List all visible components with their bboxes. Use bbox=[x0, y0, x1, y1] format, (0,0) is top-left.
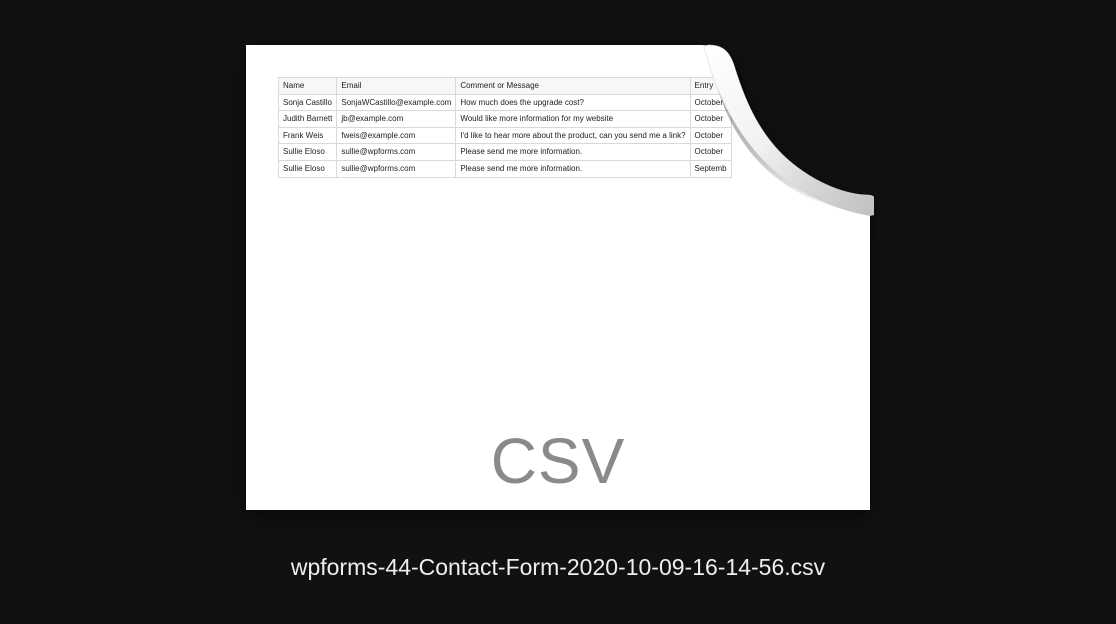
cell-message: How much does the upgrade cost? bbox=[456, 94, 690, 111]
col-name: Name bbox=[279, 78, 337, 95]
cell-message: Please send me more information. bbox=[456, 144, 690, 161]
cell-name: Sullie Eloso bbox=[279, 160, 337, 177]
cell-email: fweis@example.com bbox=[337, 127, 456, 144]
file-type-label: CSV bbox=[246, 424, 870, 498]
cell-entry: Septemb bbox=[690, 160, 731, 177]
preview-stage: Name Email Comment or Message Entry Sonj… bbox=[0, 0, 1116, 624]
cell-email: sullie@wpforms.com bbox=[337, 160, 456, 177]
cell-message: Please send me more information. bbox=[456, 160, 690, 177]
table-row: Sullie Eloso sullie@wpforms.com Please s… bbox=[279, 144, 732, 161]
cell-entry: October bbox=[690, 94, 731, 111]
cell-message: I'd like to hear more about the product,… bbox=[456, 127, 690, 144]
cell-name: Judith Barnett bbox=[279, 111, 337, 128]
cell-entry: October bbox=[690, 127, 731, 144]
col-message: Comment or Message bbox=[456, 78, 690, 95]
filename-label: wpforms-44-Contact-Form-2020-10-09-16-14… bbox=[0, 554, 1116, 581]
table-row: Sonja Castillo SonjaWCastillo@example.co… bbox=[279, 94, 732, 111]
cell-email: jb@example.com bbox=[337, 111, 456, 128]
cell-name: Sonja Castillo bbox=[279, 94, 337, 111]
table-row: Judith Barnett jb@example.com Would like… bbox=[279, 111, 732, 128]
cell-message: Would like more information for my websi… bbox=[456, 111, 690, 128]
table-row: Sullie Eloso sullie@wpforms.com Please s… bbox=[279, 160, 732, 177]
cell-entry: October bbox=[690, 111, 731, 128]
cell-entry: October bbox=[690, 144, 731, 161]
cell-email: sullie@wpforms.com bbox=[337, 144, 456, 161]
document-page: Name Email Comment or Message Entry Sonj… bbox=[246, 45, 870, 510]
table-header-row: Name Email Comment or Message Entry bbox=[279, 78, 732, 95]
csv-table: Name Email Comment or Message Entry Sonj… bbox=[278, 77, 732, 178]
table-row: Frank Weis fweis@example.com I'd like to… bbox=[279, 127, 732, 144]
cell-name: Sullie Eloso bbox=[279, 144, 337, 161]
cell-name: Frank Weis bbox=[279, 127, 337, 144]
cell-email: SonjaWCastillo@example.com bbox=[337, 94, 456, 111]
col-email: Email bbox=[337, 78, 456, 95]
col-entry: Entry bbox=[690, 78, 731, 95]
document-preview: Name Email Comment or Message Entry Sonj… bbox=[246, 45, 870, 510]
